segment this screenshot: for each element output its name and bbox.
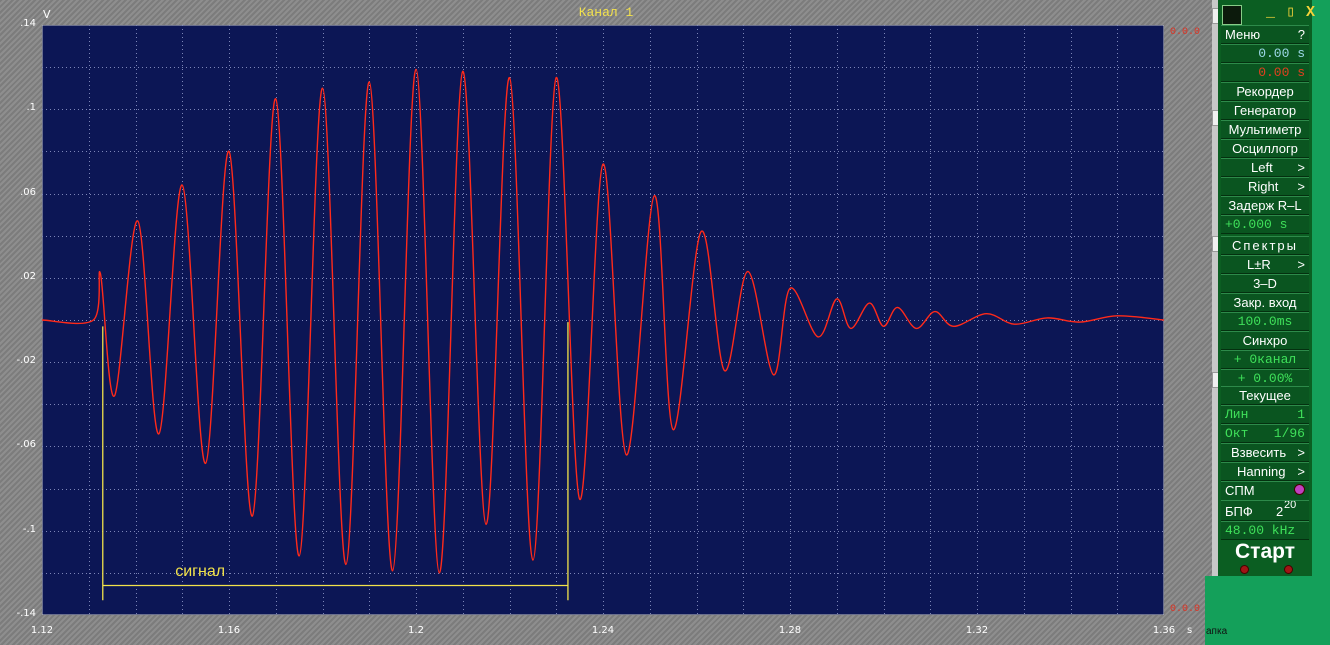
lin-row[interactable]: Лин 1	[1221, 405, 1309, 424]
spm-row[interactable]: СПМ	[1221, 481, 1309, 501]
left-led-icon	[1240, 565, 1249, 574]
help-button[interactable]: ?	[1298, 26, 1305, 43]
close-input-label: Закр. вход	[1221, 293, 1309, 312]
time-green-readout: 0.00 s	[1221, 44, 1309, 63]
y-unit-label: V	[43, 8, 51, 21]
generator-button[interactable]: Генератор	[1221, 101, 1309, 120]
recorder-button[interactable]: Рекордер	[1221, 82, 1309, 101]
y-tick-label: .1	[26, 102, 36, 114]
chevron-right-icon: >	[1297, 464, 1305, 479]
x-tick-label: 1.12	[30, 625, 54, 636]
x-unit-label: s	[1187, 625, 1193, 636]
right-led-icon	[1284, 565, 1293, 574]
x-tick-label: 1.28	[778, 625, 802, 636]
delay-label: Задерж R–L	[1221, 196, 1309, 215]
desktop-background	[1312, 0, 1330, 645]
x-tick-label: 1.32	[965, 625, 989, 636]
y-tick-label: -.1	[22, 523, 36, 535]
y-tick-label: -.14	[16, 608, 36, 619]
window-controls[interactable]: _ ▯ X	[1266, 2, 1316, 21]
app-logo-icon	[1222, 5, 1242, 25]
y-tick-label: .14	[20, 18, 36, 29]
x-tick-label: 1.2	[408, 625, 424, 636]
chevron-right-icon: >	[1297, 257, 1305, 272]
x-tick-label: 1.36	[1152, 625, 1176, 636]
spectra-button[interactable]: Спектры	[1221, 236, 1309, 255]
delay-value[interactable]: +0.000 s	[1221, 215, 1309, 234]
oscilloscope-window: Канал 1 V .14 .1 .06 .02 -.02 -.06 -.1 -.14 1.1…	[0, 0, 1212, 645]
fft-row[interactable]: БПФ 2 20	[1221, 500, 1309, 521]
y-tick-label: .06	[20, 186, 36, 198]
close-input-value[interactable]: 100.0ms	[1221, 312, 1309, 331]
oscilloscope-button[interactable]: Осциллогр	[1221, 139, 1309, 158]
desktop-folder-label[interactable]: апка	[1206, 626, 1227, 637]
chevron-right-icon: >	[1297, 160, 1305, 175]
top-right-marker: 0.0.0	[1170, 27, 1201, 38]
x-tick-label: 1.24	[591, 625, 615, 636]
sync-button[interactable]: Синхро	[1221, 331, 1309, 350]
chevron-right-icon: >	[1297, 179, 1305, 194]
sync-channel[interactable]: + 0канал	[1221, 350, 1309, 369]
left-channel-button[interactable]: Left >	[1221, 158, 1309, 177]
y-tick-label: .02	[20, 270, 36, 282]
waveform-plot[interactable]: сигнал	[42, 25, 1164, 615]
start-button[interactable]: Старт	[1221, 538, 1309, 566]
control-panel: Меню ? 0.00 s 0.00 s Рекордер Генератор …	[1218, 0, 1312, 576]
right-channel-button[interactable]: Right >	[1221, 177, 1309, 196]
3d-button[interactable]: 3–D	[1221, 274, 1309, 293]
weigh-button[interactable]: Взвесить >	[1221, 443, 1309, 462]
window-function-button[interactable]: Hanning >	[1221, 462, 1309, 481]
menu-row[interactable]: Меню ?	[1221, 25, 1309, 44]
time-red-readout: 0.00 s	[1221, 63, 1309, 82]
multimeter-button[interactable]: Мультиметр	[1221, 120, 1309, 139]
menu-label[interactable]: Меню	[1225, 26, 1260, 43]
channel-title: Канал 1	[578, 5, 634, 20]
desktop-area: апка	[1205, 576, 1330, 645]
spm-indicator-icon	[1294, 484, 1305, 495]
oct-row[interactable]: Окт 1/96	[1221, 424, 1309, 443]
current-button[interactable]: Текущее	[1221, 386, 1309, 405]
chevron-right-icon: >	[1297, 445, 1305, 460]
x-tick-label: 1.16	[217, 625, 241, 636]
lr-button[interactable]: L±R >	[1221, 255, 1309, 274]
y-tick-label: -.06	[16, 439, 36, 451]
signal-annotation: сигнал	[175, 563, 225, 580]
bottom-right-marker: 0.0.0	[1170, 604, 1201, 615]
y-tick-label: -.02	[16, 355, 36, 367]
